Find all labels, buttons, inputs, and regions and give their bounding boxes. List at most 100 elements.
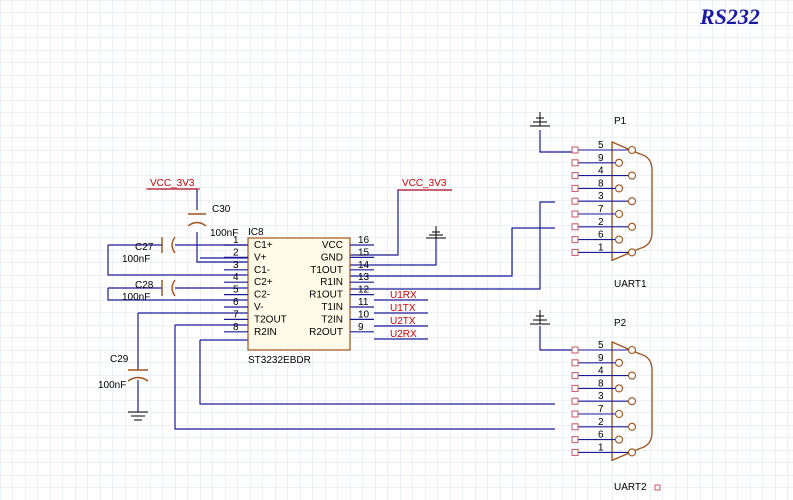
ic8-pin-name: R1IN (320, 277, 343, 288)
db9-pin-contact (627, 248, 637, 257)
p1-name: UART1 (614, 279, 647, 290)
db9-pin-pad (571, 248, 579, 256)
ic8-pin-name: C1+ (254, 240, 273, 251)
ic8-pin-number: 12 (358, 285, 370, 296)
c28-ref: C28 (135, 280, 154, 291)
p1-ref: P1 (614, 116, 627, 127)
db9-pin-contact (627, 197, 637, 206)
db9-pin-number: 5 (598, 140, 604, 151)
db9-pin-pad (571, 436, 579, 444)
db9-pin-contact (627, 171, 637, 180)
ic8-ref: IC8 (248, 227, 264, 238)
db9-pin-contact (627, 397, 637, 406)
db9-pin-number: 8 (598, 378, 604, 389)
ic8-pin-name: C2- (254, 290, 270, 301)
db9-pin-number: 2 (598, 417, 604, 428)
ic8-pin-name: R2IN (254, 327, 277, 338)
db9-pin-number: 3 (598, 191, 604, 202)
db9-pin-number: 3 (598, 391, 604, 402)
ic8-pin-name: R1OUT (309, 290, 343, 301)
ic8-pin-name: V- (254, 302, 263, 313)
ic8-pin-number: 6 (233, 297, 239, 308)
ic8-pin-number: 11 (358, 297, 369, 308)
ic8-pin-number: 4 (233, 272, 239, 283)
db9-pin-pad (571, 423, 579, 431)
db9-pin-number: 7 (598, 404, 604, 415)
p2-name: UART2 (614, 482, 647, 493)
db9-pin-contact (614, 384, 624, 393)
vcc-label-left: VCC_3V3 (150, 178, 195, 189)
db9-pin-number: 4 (598, 366, 604, 377)
ic8-pin-number: 2 (233, 247, 239, 258)
net-label-u2tx: U2TX (390, 316, 416, 327)
c27-ref: C27 (135, 242, 154, 253)
net-label-u1rx: U1RX (390, 290, 417, 301)
db9-pin-pad (571, 184, 579, 192)
ic8-pin-number: 9 (358, 322, 364, 333)
net-label-u1tx: U1TX (390, 303, 416, 314)
db9-pin-contact (614, 235, 624, 244)
db9-pin-contact (627, 371, 637, 380)
db9-pin-number: 6 (598, 230, 604, 241)
db9-pin-contact (614, 184, 624, 193)
db9-pin-number: 1 (598, 242, 604, 253)
grid-background (0, 0, 793, 500)
ic8-pin-name: T2IN (321, 314, 343, 325)
db9-pin-contact (614, 158, 624, 167)
db9-pin-contact (614, 435, 624, 444)
db9-pin-pad (571, 346, 579, 354)
ic8-part: ST3232EBDR (248, 355, 311, 366)
schematic-canvas: RS232 IC8 ST3232EBDR 1 C1+2 V+3 C1-4 C2+… (0, 0, 793, 500)
c28-value: 100nF (122, 292, 150, 303)
db9-pin-number: 5 (598, 340, 604, 351)
ic8-pin-number: 8 (233, 322, 239, 333)
db9-pin-contact (627, 448, 637, 457)
db9-pin-contact (627, 145, 637, 155)
db9-pin-pad (571, 197, 579, 205)
ic8-pin-number: 16 (358, 235, 370, 246)
ic8-pin-name: R2OUT (309, 327, 343, 338)
db9-pin-pad (571, 159, 579, 167)
p2-ref: P2 (614, 318, 627, 329)
c27-value: 100nF (122, 254, 150, 265)
db9-pin-pad (571, 384, 579, 392)
vcc-label-right: VCC_3V3 (402, 178, 447, 189)
db9-pin-number: 9 (598, 153, 604, 164)
db9-pin-pad (571, 448, 579, 456)
db9-pin-number: 7 (598, 204, 604, 215)
db9-pin-contact (627, 422, 637, 431)
c30-value: 100nF (210, 228, 238, 239)
db9-pin-pad (571, 146, 579, 154)
ic8-pin-number: 5 (233, 285, 239, 296)
db9-pin-contact (627, 345, 637, 355)
c29-value: 100nF (98, 380, 126, 391)
ic8-pin-name: T1IN (321, 302, 343, 313)
c30-ref: C30 (212, 204, 231, 215)
db9-pin-number: 6 (598, 430, 604, 441)
ic8-pin-name: C1- (254, 265, 270, 276)
ic8-pin-name: C2+ (254, 277, 273, 288)
db9-pin-pad (571, 359, 579, 367)
ic8-pin-name: GND (321, 252, 343, 263)
db9-pin-contact (614, 358, 624, 367)
db9-pin-pad (571, 372, 579, 380)
sheet-title: RS232 (699, 4, 760, 29)
db9-pin-number: 2 (598, 217, 604, 228)
ic8-pin-name: T1OUT (310, 265, 343, 276)
ic8-pin-number: 14 (358, 260, 370, 271)
db9-pin-number: 1 (598, 442, 604, 453)
db9-pin-number: 4 (598, 166, 604, 177)
db9-pin-contact (614, 409, 624, 419)
db9-pin-contact (614, 209, 624, 219)
db9-pin-pad (571, 397, 579, 405)
db9-pin-contact (627, 222, 637, 231)
db9-pin-pad (571, 223, 579, 231)
ic8-pin-name: T2OUT (254, 314, 287, 325)
db9-pin-number: 8 (598, 178, 604, 189)
c29-ref: C29 (110, 354, 129, 365)
db9-pin-number: 9 (598, 353, 604, 364)
ic8-pin-number: 15 (358, 247, 370, 258)
ic8-pin-number: 3 (233, 260, 239, 271)
ic8-pin-number: 7 (233, 309, 239, 320)
ic8-pin-number: 13 (358, 272, 370, 283)
